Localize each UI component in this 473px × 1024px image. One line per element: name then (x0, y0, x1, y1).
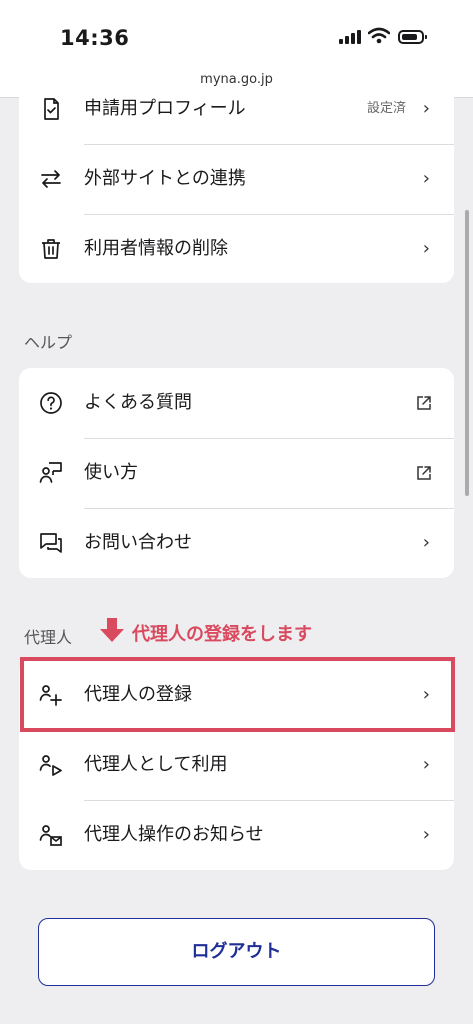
section-title-proxy: 代理人 (24, 628, 73, 647)
person-mail-icon (39, 825, 62, 846)
scrollbar[interactable] (465, 210, 469, 496)
menu-item-proxy-notifications[interactable]: 代理人操作のお知らせ › (19, 800, 454, 870)
menu-item-label: 利用者情報の削除 (84, 238, 228, 259)
menu-item-label: 代理人操作のお知らせ (84, 824, 264, 845)
external-link-icon (417, 466, 431, 480)
help-card: よくある質問 使い方 お問い合わせ › (19, 368, 454, 578)
chevron-right-icon: › (422, 532, 430, 553)
person-board-icon (39, 462, 62, 483)
trash-icon (42, 239, 60, 259)
document-check-icon (44, 98, 59, 120)
person-play-icon (39, 755, 62, 776)
menu-item-register-proxy[interactable]: 代理人の登録 › (19, 660, 454, 730)
wifi-icon (368, 27, 390, 44)
external-link-icon (417, 396, 431, 410)
swap-arrows-icon (41, 170, 61, 188)
menu-item-external-site-link[interactable]: 外部サイトとの連携 › (19, 144, 454, 214)
menu-item-label: よくある質問 (84, 392, 192, 413)
logout-button[interactable]: ログアウト (38, 918, 435, 986)
cellular-signal-icon (339, 30, 361, 44)
chevron-right-icon: › (422, 684, 430, 705)
chevron-right-icon: › (422, 168, 430, 189)
proxy-card: 代理人の登録 › 代理人として利用 › 代理人操作のお知らせ › (19, 660, 454, 870)
arrow-down-icon (100, 618, 124, 642)
address-bar-url[interactable]: myna.go.jp (0, 72, 473, 87)
menu-item-label: 外部サイトとの連携 (84, 168, 246, 189)
account-settings-card: 申請用プロフィール 設定済 › 外部サイトとの連携 › 利用者情報の削除 › (19, 97, 454, 283)
menu-item-label: 申請用プロフィール (84, 98, 246, 119)
menu-item-use-as-proxy[interactable]: 代理人として利用 › (19, 730, 454, 800)
menu-item-label: お問い合わせ (84, 532, 192, 553)
menu-item-contact[interactable]: お問い合わせ › (19, 508, 454, 578)
menu-item-label: 代理人として利用 (84, 754, 228, 775)
battery-icon (398, 30, 427, 44)
menu-item-faq[interactable]: よくある質問 (19, 368, 454, 438)
status-time: 14:36 (60, 26, 130, 50)
chat-bubbles-icon (40, 533, 62, 553)
section-title-help: ヘルプ (24, 333, 73, 352)
chevron-right-icon: › (422, 754, 430, 775)
person-add-icon (39, 685, 62, 706)
menu-item-label: 使い方 (84, 462, 138, 483)
callout-text: 代理人の登録をします (132, 624, 312, 645)
menu-item-label: 代理人の登録 (84, 684, 192, 705)
status-text: 設定済 (366, 101, 406, 116)
chevron-right-icon: › (422, 238, 430, 259)
menu-item-application-profile[interactable]: 申請用プロフィール 設定済 › (19, 97, 454, 144)
chevron-right-icon: › (422, 824, 430, 845)
top-bar: 14:36 myna.go.jp (0, 0, 473, 98)
chevron-right-icon: › (422, 98, 430, 119)
question-circle-icon (40, 392, 62, 414)
menu-item-delete-user-info[interactable]: 利用者情報の削除 › (19, 214, 454, 283)
menu-item-how-to-use[interactable]: 使い方 (19, 438, 454, 508)
